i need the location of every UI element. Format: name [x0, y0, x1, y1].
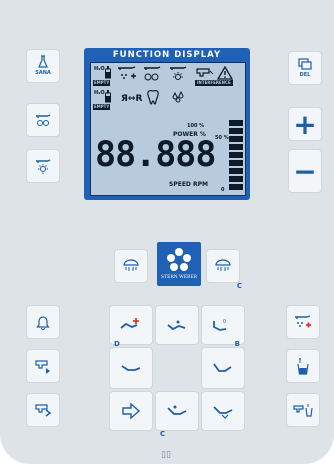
interference-badge: INTERFERENCE [195, 80, 233, 86]
brand-name: STERN WEBER [160, 275, 197, 280]
del-label: DEL [299, 72, 311, 78]
handpiece-spray-plus-icon [295, 315, 311, 328]
power-bar [229, 168, 243, 174]
operating-lamp-icon [123, 259, 139, 271]
pct-50-label: 50 % [215, 135, 229, 141]
handpiece-lamp-icon [36, 159, 51, 174]
sana-button[interactable]: SANA [27, 50, 59, 82]
bowl-rinse-cup-button[interactable] [287, 394, 319, 426]
operating-lamp-icon [215, 259, 231, 271]
minus-button[interactable]: − [289, 150, 321, 192]
logo-flower-icon [167, 248, 191, 271]
windows-icon [298, 58, 312, 70]
reverse-indicator: Я↔R [121, 94, 143, 104]
tooth-icon [147, 89, 159, 105]
handpiece-spray-icon [36, 114, 51, 126]
c-tag-2: C [160, 430, 166, 438]
lamp-composite-button[interactable]: C [207, 250, 242, 290]
instrument-light-button[interactable] [27, 104, 59, 136]
d-tag: D [114, 340, 120, 348]
warning-icon [217, 66, 233, 80]
svg-text:0: 0 [223, 319, 226, 325]
sana-label: SANA [35, 70, 51, 76]
bowl-rinse-button[interactable] [27, 394, 59, 426]
cup-filler-button[interactable] [27, 350, 59, 382]
water-bottle-icon [105, 66, 111, 79]
chair-lower-icon [213, 406, 233, 419]
cup-filler-icon [35, 360, 50, 374]
water-drops-icon [172, 91, 184, 103]
chair-trendelenburg-icon [213, 363, 232, 372]
lcd-screen: H₂O EMPTY INTERFERENCE H₂O EMPTY Я↔R 100… [90, 62, 246, 196]
power-bar [229, 152, 243, 158]
speed-label: SPEED RPM [169, 181, 208, 188]
water-bottle-icon-2 [105, 90, 111, 103]
plus-button[interactable]: + [289, 107, 321, 141]
chair-flat-icon [121, 365, 141, 371]
rinse-position-button[interactable] [110, 392, 152, 430]
instrument-lamp-button[interactable] [27, 150, 59, 182]
del-button[interactable]: DEL [289, 52, 321, 84]
chair-recline-icon [167, 320, 186, 331]
power-bar [229, 160, 243, 166]
chair-memory-button[interactable]: 0 [202, 306, 244, 344]
handpiece-air-icon [144, 66, 161, 81]
glass-fill-icon [297, 358, 309, 375]
chair-position-c-button[interactable]: C [156, 392, 198, 438]
flask-icon [38, 55, 48, 68]
chair-position-plus-icon [120, 318, 139, 329]
chair-memory-icon: 0 [213, 319, 226, 331]
instrument-spray-plus-button[interactable] [287, 306, 319, 338]
chair-lift-button[interactable] [110, 306, 152, 344]
power-bar [229, 184, 243, 190]
empty-badge-2: EMPTY [93, 104, 111, 110]
bell-icon [36, 316, 50, 330]
cup-filler-icon [196, 68, 214, 77]
power-bar [229, 136, 243, 142]
chair-grid-blank [156, 348, 198, 388]
power-bar [229, 144, 243, 150]
chair-reclined-icon [167, 405, 187, 415]
minus-icon: − [293, 154, 317, 188]
manual-book-icon: ▯▯ [161, 450, 171, 460]
chair-lower-button[interactable] [202, 392, 244, 430]
pct-100-label: 100 % [187, 123, 205, 129]
cup-fill-button[interactable] [287, 350, 319, 382]
chair-position-b-button[interactable]: B [202, 340, 244, 388]
b-tag: B [234, 340, 240, 348]
speed-digits: 88.888 [95, 135, 216, 175]
function-display: FUNCTION DISPLAY H₂O EMPTY INTERFERENCE … [84, 48, 250, 200]
lamp-button[interactable] [115, 250, 147, 282]
cup-filler-glass-icon [293, 404, 313, 417]
plus-icon: + [293, 107, 317, 141]
chair-position-a-button[interactable] [156, 306, 198, 344]
chair-position-d-button[interactable]: D [110, 340, 152, 388]
bowl-rinse-icon [35, 404, 52, 417]
arrow-right-icon [122, 402, 141, 420]
bell-button[interactable] [27, 306, 59, 338]
display-title: FUNCTION DISPLAY [112, 50, 222, 60]
power-bar [229, 128, 243, 134]
handpiece-spray-plus-icon [118, 66, 136, 79]
power-bar [229, 120, 243, 126]
pct-0-label: 0 [221, 187, 225, 193]
stern-weber-logo: STERN WEBER [157, 242, 201, 286]
handpiece-lamp-icon [170, 66, 187, 80]
c-tag: C [236, 282, 242, 290]
control-panel: SANA FUNCTION DISPLAY H₂O EMPTY INTERFER… [0, 0, 334, 464]
empty-badge-1: EMPTY [93, 80, 111, 86]
power-bar [229, 176, 243, 182]
